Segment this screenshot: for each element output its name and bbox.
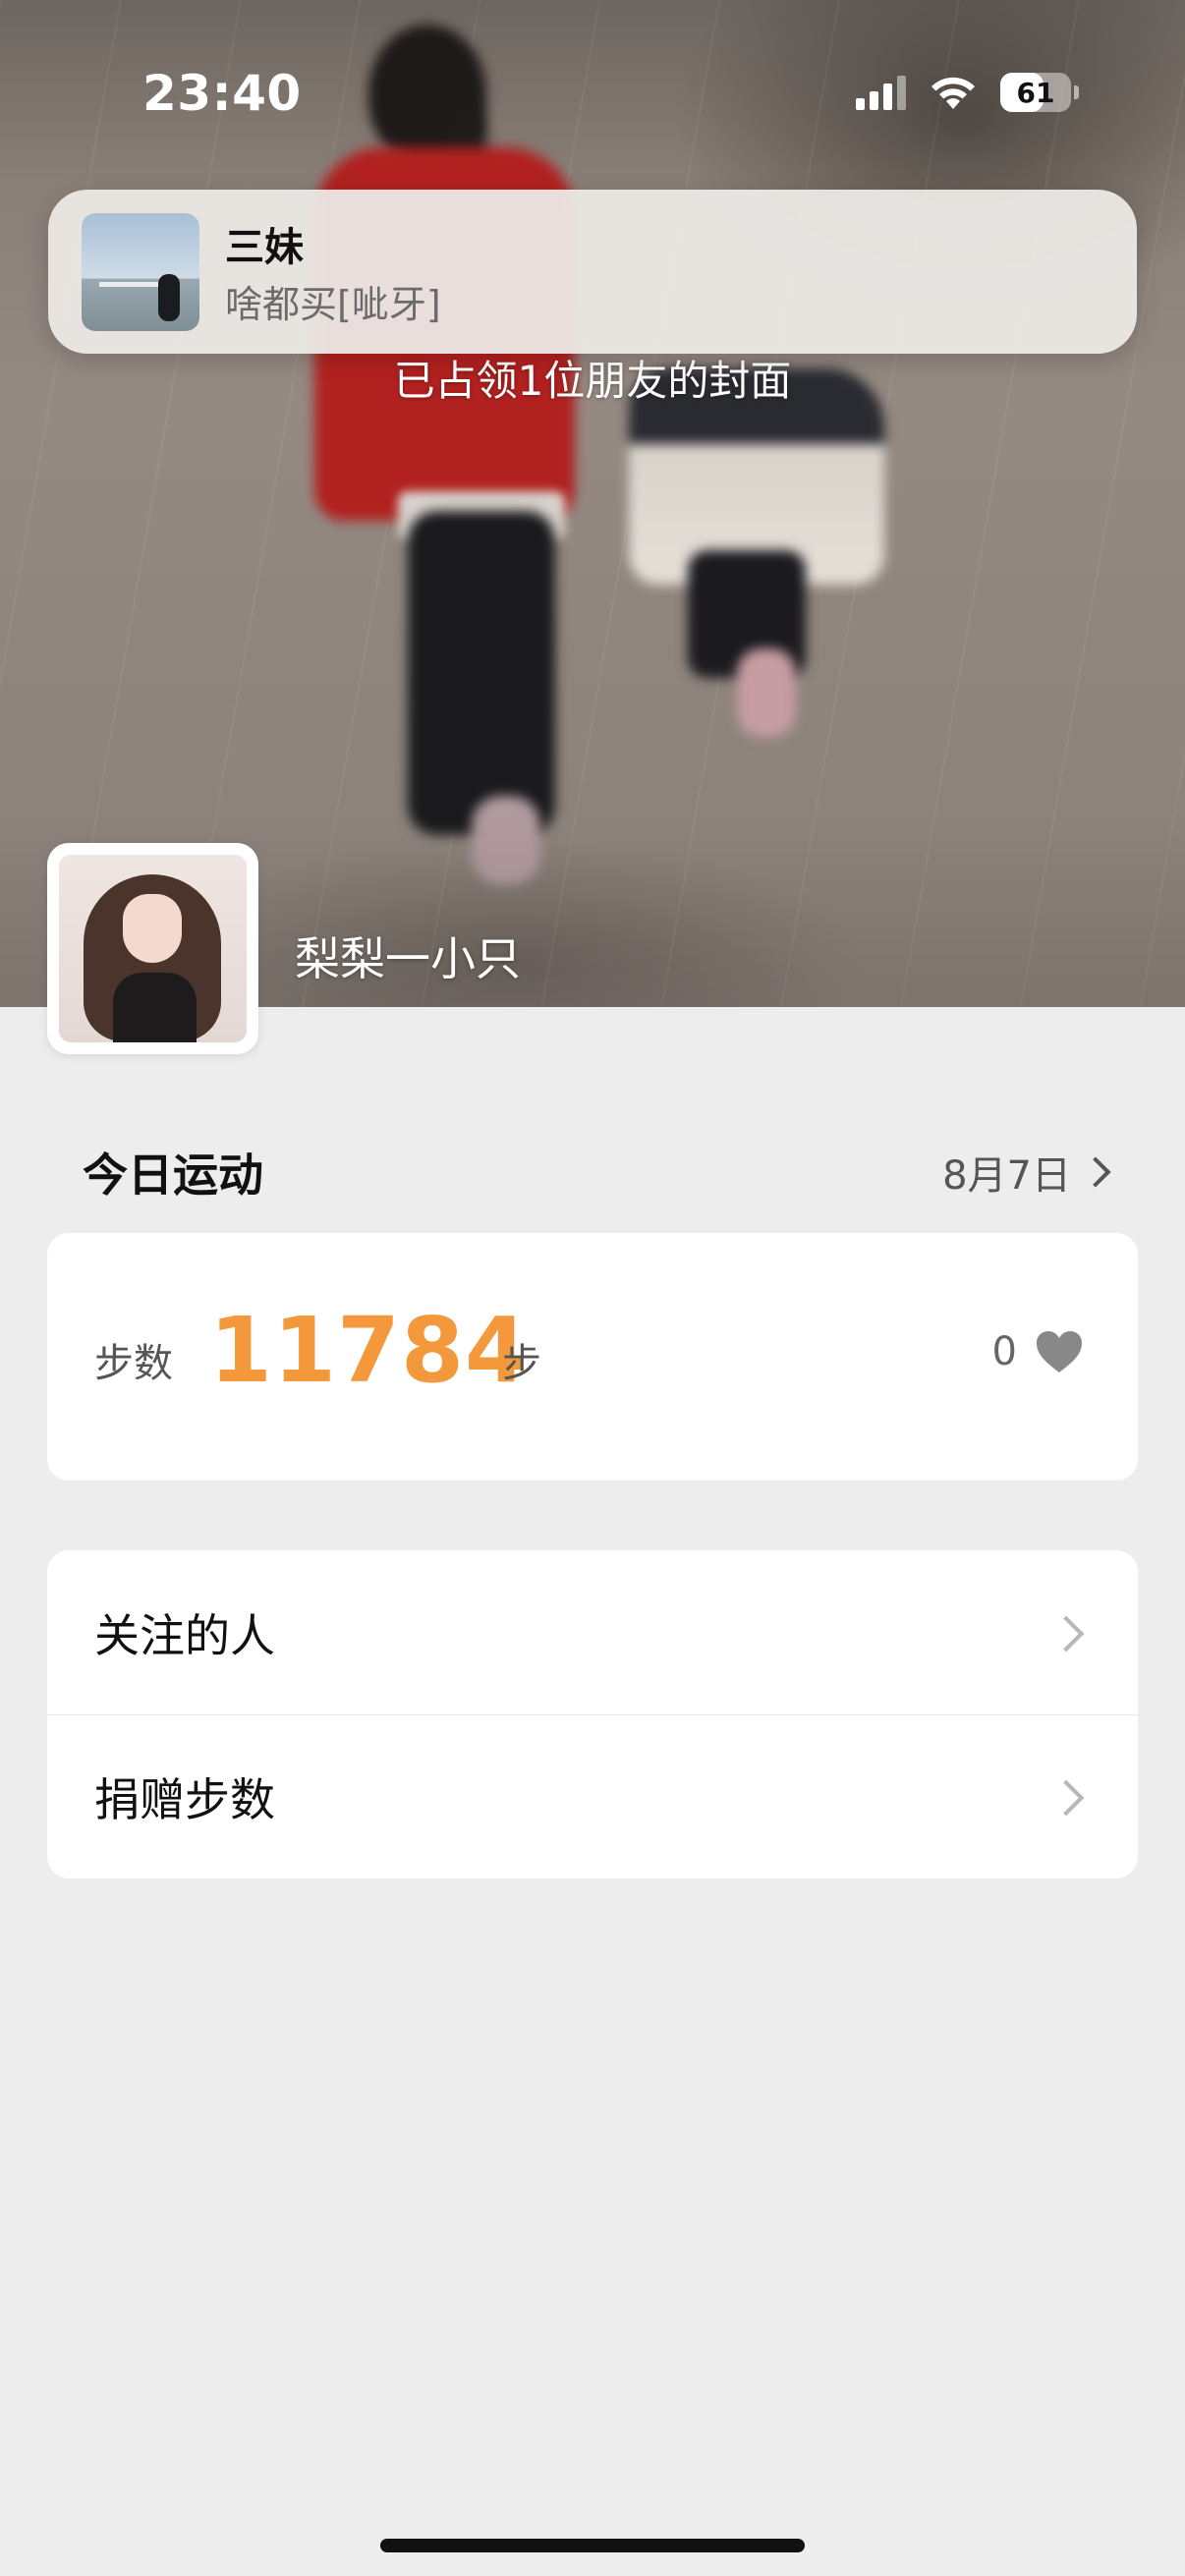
battery-cap: [1074, 85, 1079, 99]
wifi-icon: [931, 77, 975, 109]
menu-item-donate-steps[interactable]: 捐赠步数: [47, 1714, 1138, 1878]
date-label: 8月7日: [942, 1153, 1071, 1199]
battery-body: 61: [1000, 73, 1071, 112]
chevron-right-icon: [1047, 1615, 1085, 1652]
like-button[interactable]: 0: [992, 1329, 1084, 1374]
user-name: 梨梨一小只: [295, 932, 521, 985]
avatar[interactable]: [47, 843, 258, 1054]
menu-list: 关注的人 捐赠步数: [47, 1550, 1138, 1878]
steps-card[interactable]: 步数 11784 步 0: [47, 1233, 1138, 1481]
notification-title: 三妹: [225, 225, 304, 270]
avatar-image: [59, 855, 247, 1042]
notification-message: 啥都买[呲牙]: [225, 283, 441, 326]
notification-avatar: [82, 213, 199, 331]
battery-icon: 61: [1000, 73, 1079, 112]
battery-percent: 61: [1016, 76, 1055, 109]
photo-figure: [408, 511, 555, 835]
chevron-right-icon: [1080, 1156, 1111, 1188]
menu-item-label: 关注的人: [94, 1608, 275, 1662]
date-selector[interactable]: 8月7日: [942, 1144, 1111, 1201]
chevron-right-icon: [1047, 1779, 1085, 1817]
steps-unit: 步: [502, 1341, 541, 1386]
cover-occupied-text: 已占领1位朋友的封面: [393, 357, 792, 405]
section-title-today: 今日运动: [83, 1148, 263, 1202]
notification-banner[interactable]: 三妹 啥都买[呲牙]: [48, 190, 1137, 354]
status-icons: 61: [856, 73, 1079, 112]
home-indicator[interactable]: [380, 2539, 805, 2552]
menu-item-following[interactable]: 关注的人: [47, 1550, 1138, 1714]
signal-icon: [856, 75, 906, 110]
menu-item-label: 捐赠步数: [94, 1772, 275, 1826]
steps-value: 11784: [209, 1298, 530, 1403]
heart-icon: [1037, 1331, 1082, 1372]
like-count: 0: [991, 1329, 1017, 1374]
photo-figure: [737, 648, 796, 737]
status-time: 23:40: [142, 65, 302, 122]
steps-label: 步数: [94, 1341, 173, 1386]
